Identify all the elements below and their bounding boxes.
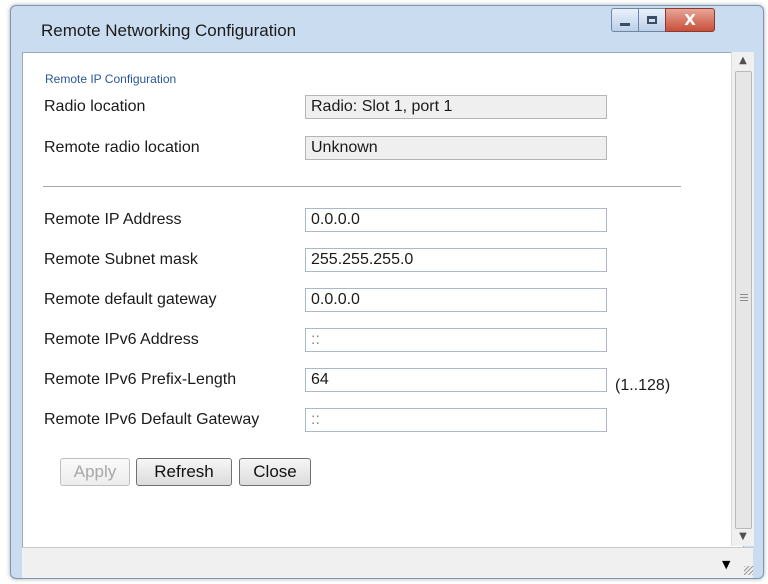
radio-location-field	[305, 95, 607, 119]
grip-icon	[740, 294, 748, 303]
prefix-length-range-hint: (1..128)	[615, 377, 671, 394]
default-gateway-input[interactable]	[305, 288, 607, 312]
ipv6-address-label: Remote IPv6 Address	[44, 331, 199, 348]
remote-radio-location-field	[305, 136, 607, 160]
ipv6-default-gateway-label: Remote IPv6 Default Gateway	[44, 411, 260, 428]
default-gateway-label: Remote default gateway	[44, 291, 217, 308]
scroll-up-arrow-icon[interactable]: ▲	[732, 52, 754, 70]
ipv6-default-gateway-input[interactable]	[305, 408, 607, 432]
scroll-thumb[interactable]	[735, 71, 752, 529]
window-title: Remote Networking Configuration	[41, 21, 297, 40]
close-icon: X	[684, 10, 696, 29]
subnet-mask-input[interactable]	[305, 248, 607, 272]
maximize-button[interactable]	[638, 8, 666, 32]
status-bar: ▼	[22, 547, 753, 578]
section-divider	[43, 186, 681, 187]
content-panel: Remote IP Configuration Radio location R…	[22, 52, 744, 548]
scroll-down-arrow-icon[interactable]: ▼	[732, 528, 754, 546]
apply-button[interactable]: Apply	[60, 458, 130, 486]
maximize-icon	[647, 16, 657, 24]
close-button[interactable]: Close	[239, 458, 311, 486]
resize-grip-icon[interactable]	[744, 566, 753, 575]
remote-ip-label: Remote IP Address	[44, 211, 182, 228]
close-window-button[interactable]: X	[665, 8, 715, 32]
radio-location-label: Radio location	[44, 98, 146, 115]
refresh-button[interactable]: Refresh	[136, 458, 232, 486]
minimize-button[interactable]	[611, 8, 639, 32]
ipv6-prefix-length-label: Remote IPv6 Prefix-Length	[44, 371, 237, 388]
minimize-icon	[620, 22, 630, 26]
dropdown-arrow-icon[interactable]: ▼	[722, 558, 730, 571]
vertical-scrollbar[interactable]: ▲ ▼	[731, 52, 754, 546]
subnet-mask-label: Remote Subnet mask	[44, 251, 198, 268]
dialog-window: Remote Networking Configuration X Remote…	[10, 5, 764, 579]
ipv6-address-input[interactable]	[305, 328, 607, 352]
remote-ip-input[interactable]	[305, 208, 607, 232]
title-bar[interactable]: Remote Networking Configuration X	[11, 6, 763, 52]
remote-radio-location-label: Remote radio location	[44, 139, 200, 156]
section-title: Remote IP Configuration	[45, 72, 177, 86]
ipv6-prefix-length-input[interactable]	[305, 368, 607, 392]
